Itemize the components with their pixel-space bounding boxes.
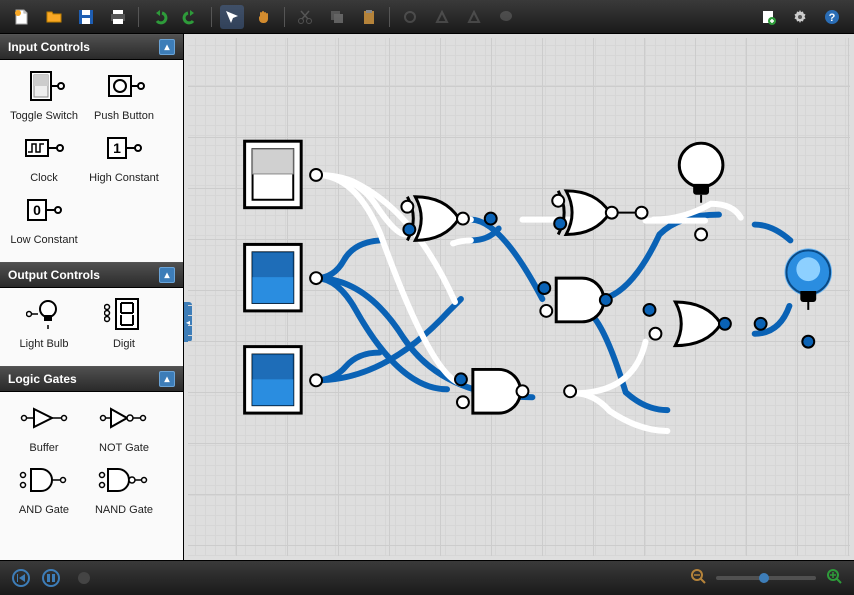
svg-text:?: ? (829, 12, 836, 24)
tool-toggle-switch[interactable]: Toggle Switch (4, 68, 84, 122)
tool-label: Buffer (29, 442, 58, 454)
status-bar (0, 560, 854, 595)
help-button[interactable]: ? (820, 5, 844, 29)
switch-a[interactable] (245, 141, 302, 207)
paste-button[interactable] (357, 5, 381, 29)
circuit-canvas[interactable]: ◂ (183, 34, 854, 560)
undo-button[interactable] (147, 5, 171, 29)
section-header-input[interactable]: Input Controls ▴ (0, 34, 183, 60)
xor-gate-2[interactable] (558, 191, 610, 235)
gear-icon (792, 9, 808, 25)
settings-button[interactable] (788, 5, 812, 29)
switch-b[interactable] (245, 244, 302, 310)
copy-button[interactable] (325, 5, 349, 29)
section-header-output[interactable]: Output Controls ▴ (0, 262, 183, 288)
tool-not-gate[interactable]: NOT Gate (84, 400, 164, 454)
pan-tool-button[interactable] (252, 5, 276, 29)
add-page-button[interactable] (756, 5, 780, 29)
svg-text:0: 0 (33, 202, 41, 218)
tool-label: AND Gate (19, 504, 69, 516)
section-title: Output Controls (8, 268, 100, 282)
print-button[interactable] (106, 5, 130, 29)
pause-sim-button[interactable] (42, 569, 60, 587)
bulb-carry (784, 248, 832, 310)
rotate-ccw-button[interactable] (462, 5, 486, 29)
section-header-gates[interactable]: Logic Gates ▴ (0, 366, 183, 392)
tool-label: Clock (30, 172, 58, 184)
flip-h-button[interactable] (398, 5, 422, 29)
switch-c[interactable] (245, 347, 302, 413)
tool-clock[interactable]: Clock (4, 130, 84, 184)
new-file-button[interactable] (10, 5, 34, 29)
zoom-in-button[interactable] (826, 568, 842, 589)
svg-text:1: 1 (113, 140, 121, 156)
collapse-icon[interactable]: ▴ (159, 371, 175, 387)
tool-digit[interactable]: Digit (84, 296, 164, 350)
section-title: Input Controls (8, 40, 90, 54)
zoom-slider[interactable] (716, 576, 816, 580)
tool-label: Digit (113, 338, 135, 350)
sim-status-indicator (78, 572, 90, 584)
save-file-button[interactable] (74, 5, 98, 29)
tool-nand-gate[interactable]: NAND Gate (84, 462, 164, 516)
open-file-button[interactable] (42, 5, 66, 29)
tool-and-gate[interactable]: AND Gate (4, 462, 84, 516)
zoom-out-button[interactable] (690, 568, 706, 589)
tool-push-button[interactable]: Push Button (84, 68, 164, 122)
cut-button[interactable] (293, 5, 317, 29)
and-gate-1[interactable] (556, 278, 604, 322)
tool-light-bulb[interactable]: Light Bulb (4, 296, 84, 350)
reset-sim-button[interactable] (12, 569, 30, 587)
rotate-cw-button[interactable] (430, 5, 454, 29)
tool-label: NOT Gate (99, 442, 149, 454)
tool-label: High Constant (89, 172, 159, 184)
redo-button[interactable] (179, 5, 203, 29)
tool-label: Light Bulb (20, 338, 69, 350)
main-toolbar: ? (0, 0, 854, 34)
or-gate[interactable] (675, 302, 721, 346)
tool-label: NAND Gate (95, 504, 153, 516)
collapse-icon[interactable]: ▴ (159, 267, 175, 283)
tool-low-constant[interactable]: 0 Low Constant (4, 192, 84, 246)
collapse-icon[interactable]: ▴ (159, 39, 175, 55)
tool-label: Push Button (94, 110, 154, 122)
tool-buffer[interactable]: Buffer (4, 400, 84, 454)
chat-button[interactable] (494, 5, 518, 29)
section-title: Logic Gates (8, 372, 77, 386)
tool-label: Low Constant (10, 234, 77, 246)
tool-high-constant[interactable]: 1 High Constant (84, 130, 164, 184)
and-gate-2[interactable] (473, 369, 521, 413)
select-tool-button[interactable] (220, 5, 244, 29)
bulb-sum (679, 143, 723, 203)
tool-label: Toggle Switch (10, 110, 78, 122)
component-sidebar: Input Controls ▴ Toggle Switch Push Butt… (0, 34, 183, 560)
